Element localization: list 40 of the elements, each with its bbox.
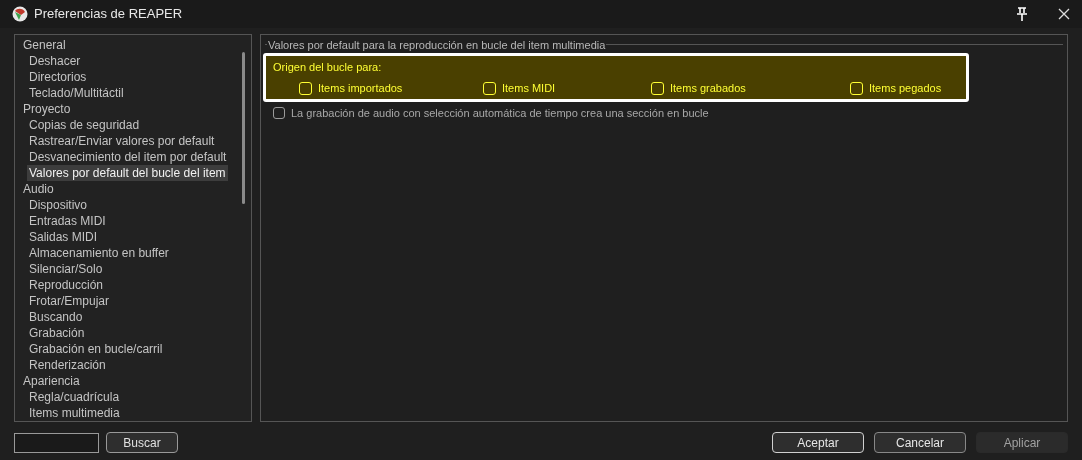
tree-item[interactable]: Dispositivo xyxy=(27,197,90,213)
tree-item[interactable]: Desvanecimiento del item por default xyxy=(27,149,229,165)
checkbox[interactable] xyxy=(273,107,285,120)
tree-item[interactable]: Almacenamiento en buffer xyxy=(27,245,171,261)
tree-item[interactable]: Grabación en bucle/carril xyxy=(27,341,165,357)
app-logo-icon xyxy=(12,6,28,22)
window-title: Preferencias de REAPER xyxy=(34,5,183,24)
checkbox-label[interactable]: Items pegados xyxy=(869,80,942,97)
search-button[interactable]: Buscar xyxy=(106,432,178,453)
checkbox-label[interactable]: Items MIDI xyxy=(502,80,556,97)
scrollbar-thumb[interactable] xyxy=(242,52,245,204)
tree-item[interactable]: Valores por default del bucle del item xyxy=(27,165,228,181)
tree-item[interactable]: Teclado/Multitáctil xyxy=(27,85,126,101)
tree-item[interactable]: Copias de seguridad xyxy=(27,117,142,133)
tree-item[interactable]: Frotar/Empujar xyxy=(27,293,112,309)
tree-item[interactable]: Apariencia xyxy=(21,373,82,389)
checkbox-label[interactable]: Items importados xyxy=(318,80,403,97)
search-field[interactable] xyxy=(14,432,99,453)
tree-item[interactable]: Entradas MIDI xyxy=(27,213,108,229)
tree-item[interactable]: General xyxy=(21,37,68,53)
tree-item[interactable]: Silenciar/Solo xyxy=(27,261,105,277)
tree-item[interactable]: Salidas MIDI xyxy=(27,229,100,245)
checkbox-label[interactable]: Items grabados xyxy=(670,80,746,97)
tree-item[interactable]: Rastrear/Enviar valores por default xyxy=(27,133,217,149)
tree-item[interactable]: Grabación xyxy=(27,325,87,341)
tree-item[interactable]: Regla/cuadrícula xyxy=(27,389,122,405)
tree-item[interactable]: Buscando xyxy=(27,309,85,325)
tree-item[interactable]: Directorios xyxy=(27,69,89,85)
tree-item[interactable]: Audio xyxy=(21,181,56,197)
section-label: Origen del bucle para: xyxy=(273,60,382,75)
dialog-button[interactable]: Cancelar xyxy=(874,432,966,453)
pin-icon[interactable] xyxy=(1016,7,1028,21)
tree-item[interactable]: Renderización xyxy=(27,357,108,373)
tree-item[interactable]: Reproducción xyxy=(27,277,106,293)
tree-item[interactable]: Deshacer xyxy=(27,53,83,69)
dialog-button[interactable]: Aceptar xyxy=(772,432,864,453)
tree-item[interactable]: Proyecto xyxy=(21,101,73,117)
tree-item[interactable]: Items multimedia xyxy=(27,405,122,421)
checkbox-label[interactable]: La grabación de audio con selección automática de tiempo crea una sección en bucle xyxy=(291,105,709,122)
close-icon[interactable] xyxy=(1058,8,1070,20)
